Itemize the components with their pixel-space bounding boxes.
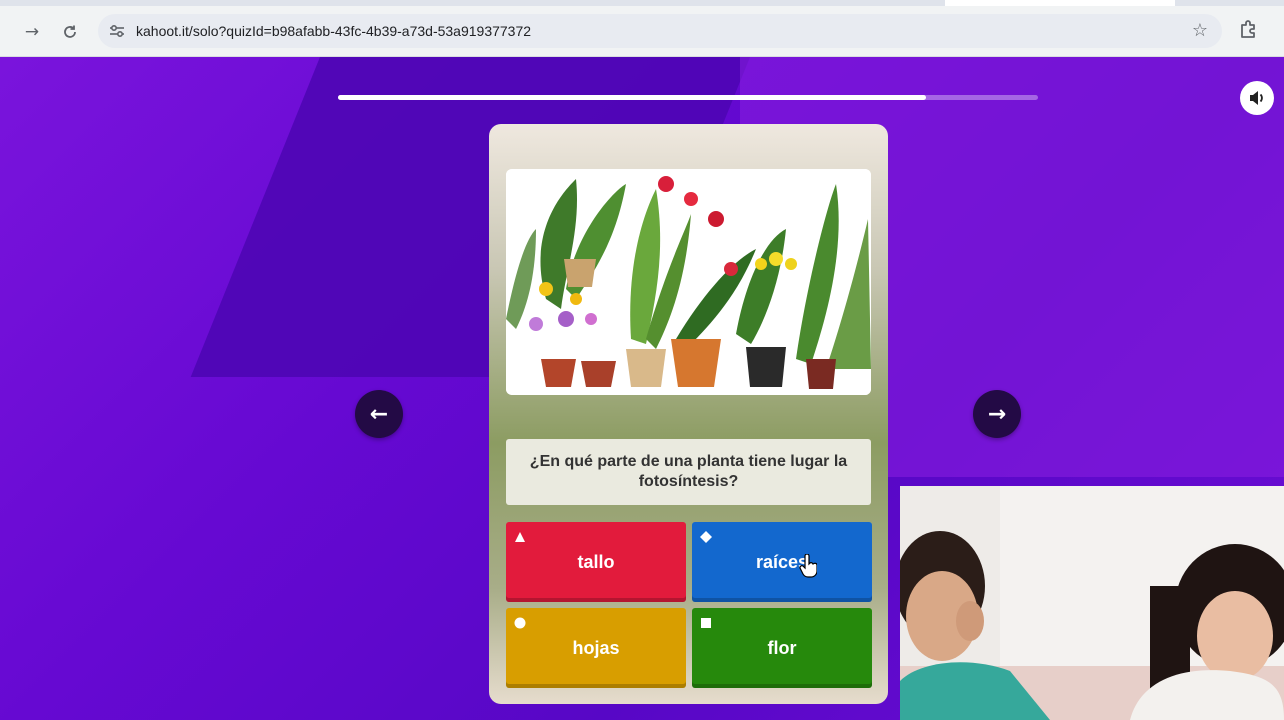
site-info-icon[interactable]	[108, 22, 126, 40]
browser-toolbar: → kahoot.it/solo?quizId=b98afabb-43fc-4b…	[0, 0, 1284, 57]
address-bar[interactable]: kahoot.it/solo?quizId=b98afabb-43fc-4b39…	[98, 14, 1222, 48]
extensions-icon[interactable]	[1238, 18, 1264, 44]
progress-bar	[338, 95, 1038, 100]
answer-button-raices[interactable]: raíces	[692, 522, 872, 602]
circle-icon	[514, 617, 526, 629]
hand-cursor-icon	[799, 554, 817, 578]
arrow-left-icon[interactable]: ←	[355, 390, 403, 438]
question-card: ¿En qué parte de una planta tiene lugar …	[489, 124, 888, 704]
sound-icon[interactable]	[1240, 81, 1274, 115]
triangle-icon	[515, 532, 525, 542]
answer-label: flor	[767, 637, 797, 658]
webcam-overlay	[900, 486, 1284, 720]
forward-icon[interactable]: →	[18, 18, 46, 46]
url-text[interactable]: kahoot.it/solo?quizId=b98afabb-43fc-4b39…	[136, 23, 531, 39]
arrow-right-icon[interactable]: →	[973, 390, 1021, 438]
answer-button-tallo[interactable]: tallo	[506, 522, 686, 602]
question-image	[506, 169, 871, 395]
answer-button-hojas[interactable]: hojas	[506, 608, 686, 688]
reload-icon[interactable]	[56, 18, 84, 46]
answer-button-flor[interactable]: flor	[692, 608, 872, 688]
answer-label: hojas	[572, 637, 620, 658]
answer-label: tallo	[577, 551, 615, 572]
square-icon	[701, 618, 711, 628]
tab-strip	[0, 0, 1284, 6]
diamond-icon	[700, 531, 712, 543]
active-tab[interactable]	[945, 0, 1175, 6]
progress-fill	[338, 95, 926, 100]
bookmark-star-icon[interactable]: ☆	[1192, 20, 1208, 41]
question-text: ¿En qué parte de una planta tiene lugar …	[506, 439, 871, 505]
